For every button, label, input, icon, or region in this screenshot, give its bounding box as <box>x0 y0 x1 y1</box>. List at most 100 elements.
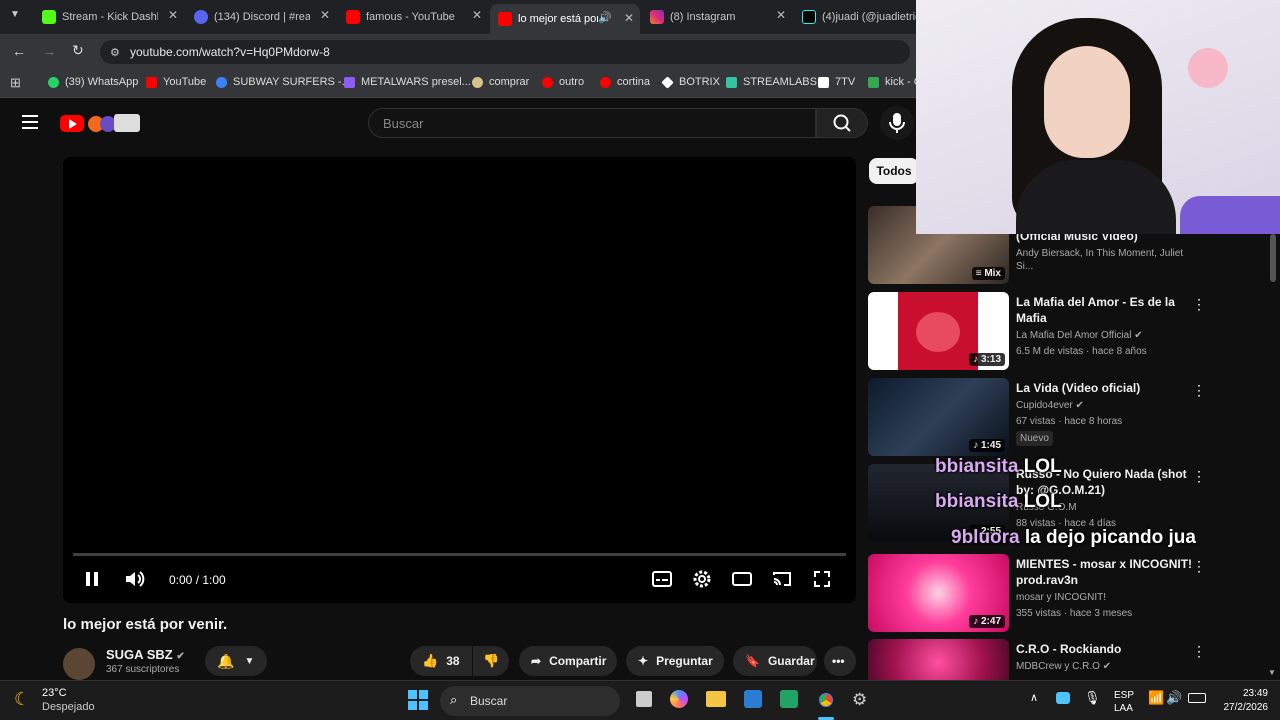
bookmark-whatsapp[interactable]: (39) WhatsApp <box>48 76 138 88</box>
theater-mode-button[interactable] <box>731 567 753 596</box>
pause-icon <box>86 572 98 586</box>
site-info-icon[interactable]: ⚙ <box>110 46 120 59</box>
tab-famous-youtube[interactable]: famous - YouTube ✕ <box>338 4 488 30</box>
scroll-down-icon[interactable]: ▼ <box>1268 668 1276 677</box>
sidebar-scrollbar[interactable] <box>1270 234 1276 282</box>
subway-icon <box>216 76 227 88</box>
filter-chip-todos[interactable]: Todos <box>869 158 919 184</box>
bookmark-outro[interactable]: outro <box>542 76 584 88</box>
settings-button[interactable] <box>691 567 713 596</box>
close-tab-icon[interactable]: ✕ <box>776 8 786 22</box>
channel-name[interactable]: SUGA SBZ ✔ <box>106 647 185 662</box>
forward-icon[interactable]: → <box>42 43 56 59</box>
bookmark-subway[interactable]: SUBWAY SURFERS -... <box>216 76 351 88</box>
sidebar-video[interactable]: C.R.O - Rockiando MDBCrew y C.R.O ✔ ⋮ <box>868 639 1268 680</box>
sidebar-video[interactable]: ♪ 1:45 La Vida (Video oficial) Cupido4ev… <box>868 378 1268 458</box>
like-button[interactable]: 👍 38 <box>410 646 472 676</box>
tab-discord[interactable]: (134) Discord | #reac ✕ <box>186 4 336 30</box>
bookmark-botrix[interactable]: BOTRIX <box>661 75 720 89</box>
bookmark-youtube[interactable]: YouTube <box>146 76 206 88</box>
bookmark-comprar[interactable]: comprar <box>472 76 529 88</box>
search-input[interactable]: Buscar <box>368 108 816 138</box>
taskview-icon[interactable] <box>636 691 652 707</box>
progress-bar[interactable] <box>73 553 846 556</box>
voice-search-button[interactable] <box>880 106 914 140</box>
channel-avatar[interactable] <box>63 648 95 680</box>
settings-app-icon[interactable]: ⚙ <box>852 690 867 710</box>
show-hidden-icons[interactable]: ∧ <box>1030 691 1038 704</box>
search-button[interactable] <box>816 108 868 138</box>
lang-primary: ESP <box>1114 690 1135 701</box>
fullscreen-button[interactable] <box>811 567 833 596</box>
tab-active-video[interactable]: lo mejor está por 🔊 ✕ <box>490 4 640 34</box>
wifi-icon[interactable]: 📶 <box>1148 690 1164 706</box>
sidebar-video[interactable]: ♪ 2:47 MIENTES - mosar x INCOGNIT! prod.… <box>868 554 1268 634</box>
tab-tiktok[interactable]: (4)juadi (@juadietric <box>794 4 916 30</box>
more-options-icon[interactable]: ⋮ <box>1192 643 1206 660</box>
subtitles-button[interactable] <box>651 567 673 596</box>
volume-button[interactable] <box>123 567 147 596</box>
more-actions-button[interactable]: ••• <box>824 646 856 676</box>
bookmark-streamlabs[interactable]: STREAMLABS <box>726 76 817 88</box>
url-field[interactable]: ⚙ youtube.com/watch?v=Hq0PMdorw-8 <box>100 40 910 64</box>
video-player[interactable]: 0:00 / 1:00 <box>63 157 856 603</box>
verified-icon: ✔ <box>1102 661 1112 672</box>
webcam-bed <box>1180 196 1280 234</box>
microphone-icon <box>889 113 905 133</box>
weather-widget[interactable]: ☾ 23°C Despejado <box>14 687 124 715</box>
sidebar-video[interactable]: ♪ 3:13 La Mafia del Amor - Es de la Mafi… <box>868 292 1268 372</box>
channel-text: La Mafia Del Amor Official <box>1016 330 1132 341</box>
more-options-icon[interactable]: ⋮ <box>1192 382 1206 399</box>
close-tab-icon[interactable]: ✕ <box>624 11 634 25</box>
copilot-icon[interactable] <box>670 690 688 708</box>
video-thumbnail[interactable]: ♪ 2:47 <box>868 554 1009 632</box>
tab-kick-dashboard[interactable]: Stream - Kick Dashbo ✕ <box>34 4 184 30</box>
close-tab-icon[interactable]: ✕ <box>472 8 482 22</box>
save-button[interactable]: 🔖 Guardar <box>733 646 817 676</box>
share-button[interactable]: ➦ Compartir <box>519 646 617 676</box>
spreadsheet-icon[interactable] <box>780 690 798 708</box>
speaker-icon[interactable]: 🔊 <box>598 11 612 24</box>
bookmark-cortina[interactable]: cortina <box>600 76 650 88</box>
bookmark-7tv[interactable]: 7TV <box>818 76 855 88</box>
notifications-button[interactable]: 🔔 ▼ <box>205 646 267 676</box>
start-button[interactable] <box>408 690 428 710</box>
badge-text: 3:13 <box>980 354 1001 365</box>
more-options-icon[interactable]: ⋮ <box>1192 558 1206 575</box>
menu-icon[interactable] <box>22 115 38 129</box>
close-tab-icon[interactable]: ✕ <box>320 8 330 22</box>
youtube-logo[interactable] <box>60 114 142 134</box>
chrome-icon[interactable] <box>816 690 836 710</box>
cast-button[interactable] <box>771 567 793 596</box>
taskbar-search[interactable]: ⌕ Buscar <box>440 686 620 716</box>
bookmark-kick[interactable]: kick - G <box>868 76 922 88</box>
back-icon[interactable]: ← <box>12 43 26 59</box>
more-options-icon[interactable]: ⋮ <box>1192 468 1206 485</box>
microphone-tray-icon[interactable]: 🎙 <box>1084 690 1101 706</box>
volume-tray-icon[interactable]: 🔊 <box>1166 690 1182 706</box>
bookmark-metalwars[interactable]: METALWARS presel... <box>344 76 471 88</box>
share-label: Compartir <box>549 654 607 668</box>
dislike-button[interactable]: 👎 <box>473 646 509 676</box>
reload-icon[interactable]: ↻ <box>72 42 84 59</box>
tab-instagram[interactable]: (8) Instagram ✕ <box>642 4 792 30</box>
video-thumbnail[interactable]: ♪ 3:13 <box>868 292 1009 370</box>
search-icon: ⌕ <box>450 692 458 707</box>
pause-button[interactable] <box>83 567 103 596</box>
clock[interactable]: 23:49 27/2/2026 <box>1220 687 1269 715</box>
file-explorer-icon[interactable] <box>706 691 726 707</box>
battery-icon[interactable] <box>1188 693 1206 703</box>
network-tray-icon[interactable] <box>1056 692 1070 704</box>
language-indicator[interactable]: ESP LAA <box>1114 689 1134 715</box>
chip-label: Todos <box>876 164 912 178</box>
video-thumbnail[interactable] <box>868 639 1009 680</box>
tab-list-chevron-icon[interactable]: ▼ <box>10 9 20 20</box>
video-thumbnail[interactable]: ♪ 1:45 <box>868 378 1009 456</box>
channel-name-text: SUGA SBZ <box>106 647 173 662</box>
bookmark-label: outro <box>559 76 585 88</box>
more-options-icon[interactable]: ⋮ <box>1192 296 1206 313</box>
word-icon[interactable] <box>744 690 762 708</box>
apps-grid-icon[interactable]: ⊞ <box>10 75 21 91</box>
close-tab-icon[interactable]: ✕ <box>168 8 178 22</box>
ask-button[interactable]: ✦ Preguntar <box>626 646 724 676</box>
